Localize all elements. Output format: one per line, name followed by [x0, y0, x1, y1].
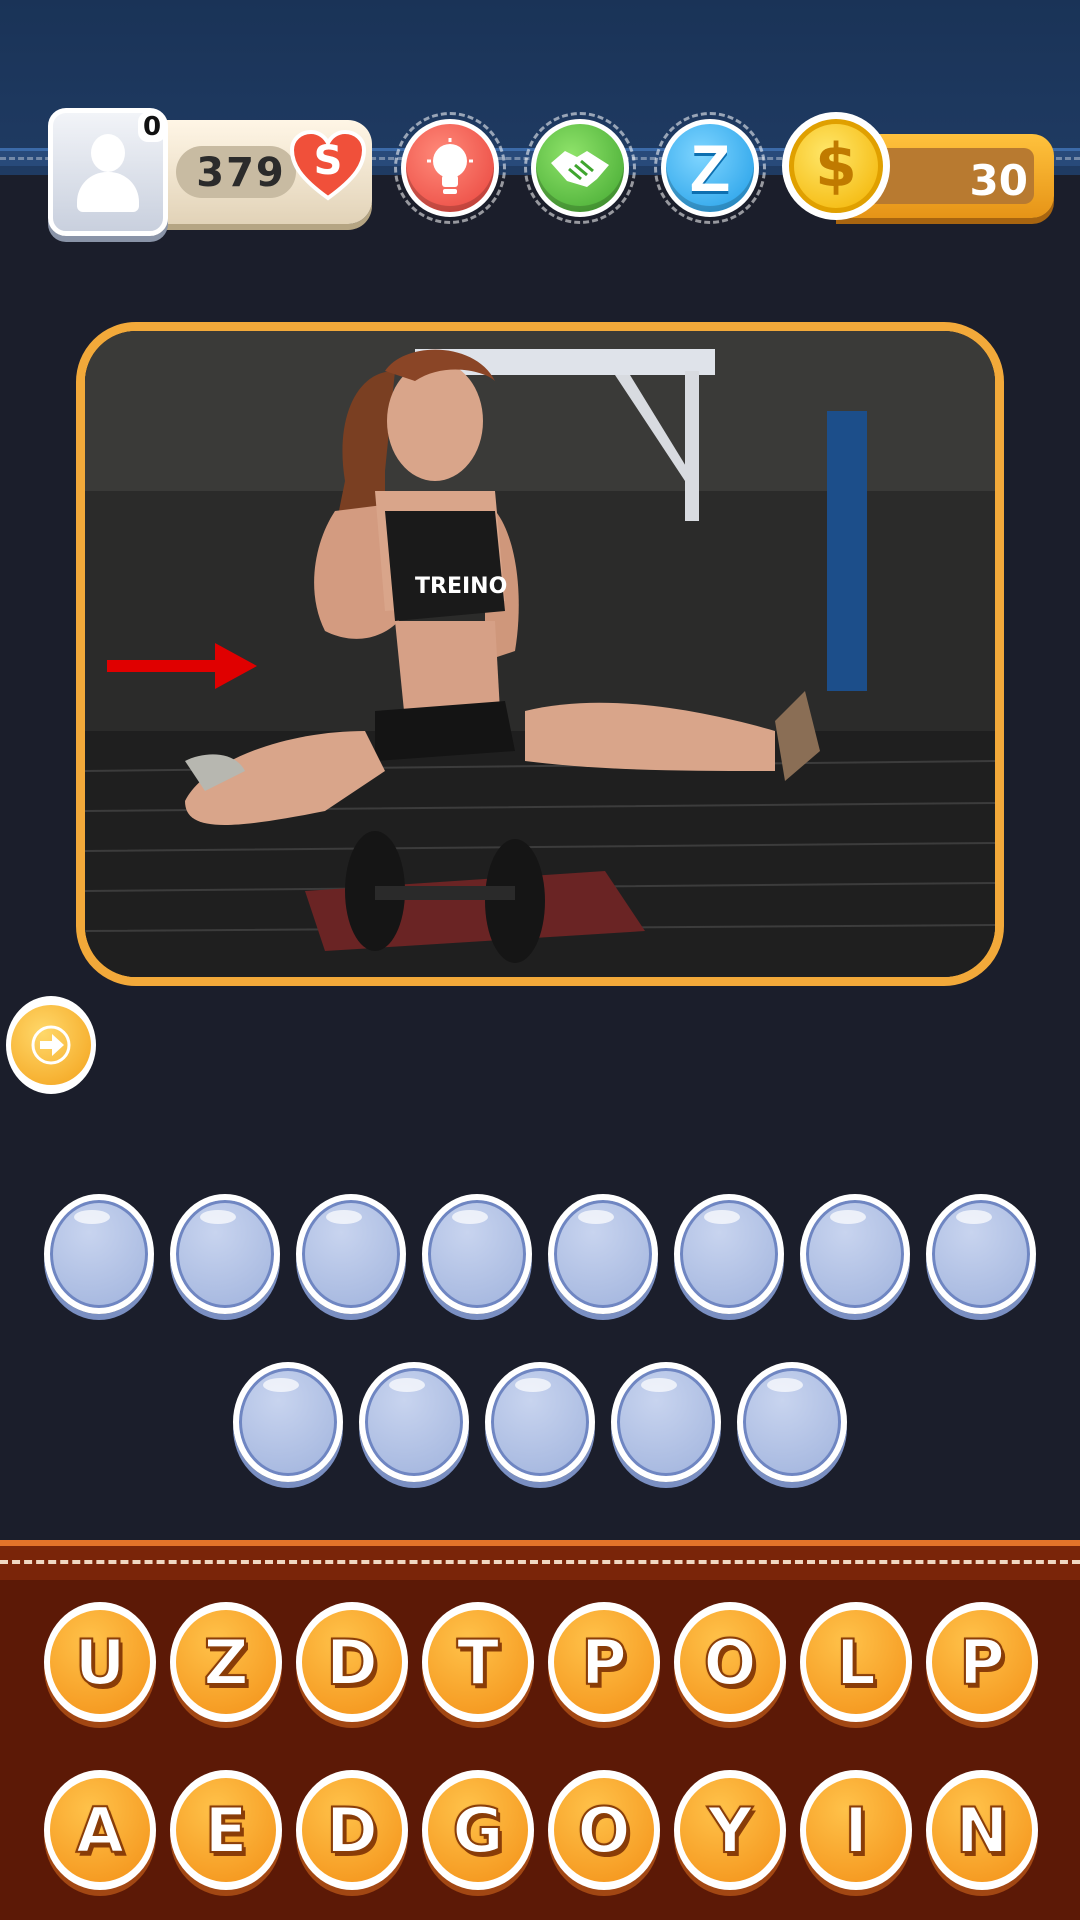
letter-key[interactable]: D [296, 1602, 408, 1722]
z-letter-icon: Z [689, 131, 731, 205]
key-letter: A [75, 1793, 125, 1868]
letter-key[interactable]: U [44, 1602, 156, 1722]
key-letter: P [958, 1625, 1005, 1700]
answer-slot[interactable] [422, 1194, 532, 1314]
handshake-icon [551, 151, 609, 187]
answer-slot[interactable] [296, 1194, 406, 1314]
arrow-right-icon [31, 1025, 71, 1065]
key-letter: L [835, 1625, 876, 1700]
key-letter: G [452, 1793, 505, 1868]
answer-slot[interactable] [611, 1362, 721, 1482]
key-letter: P [580, 1625, 627, 1700]
letter-key[interactable]: A [44, 1770, 156, 1890]
answer-slot[interactable] [926, 1194, 1036, 1314]
key-letter: D [325, 1793, 378, 1868]
key-letter: T [456, 1625, 500, 1700]
coin-button[interactable]: $ [782, 112, 890, 220]
profile-count-badge: 0 [138, 112, 167, 142]
key-letter: O [703, 1625, 758, 1700]
heart-icon[interactable]: S [289, 129, 367, 202]
lightbulb-icon [427, 138, 473, 194]
answer-slot[interactable] [359, 1362, 469, 1482]
key-letter: Y [707, 1793, 754, 1868]
key-letter: I [843, 1793, 868, 1868]
letter-key[interactable]: G [422, 1770, 534, 1890]
letter-keyboard-panel [0, 1548, 1080, 1920]
answer-slot[interactable] [44, 1194, 154, 1314]
answer-slot[interactable] [485, 1362, 595, 1482]
key-letter: O [577, 1793, 632, 1868]
coin-value: 30 [969, 156, 1028, 205]
letter-key[interactable]: L [800, 1602, 912, 1722]
letter-key[interactable]: N [926, 1770, 1038, 1890]
letter-key[interactable]: O [548, 1770, 660, 1890]
answer-slot[interactable] [674, 1194, 784, 1314]
answer-slot[interactable] [170, 1194, 280, 1314]
help-button[interactable] [524, 112, 636, 224]
hint-button[interactable] [394, 112, 506, 224]
key-letter: Z [203, 1625, 250, 1700]
answer-slot[interactable] [233, 1362, 343, 1482]
answer-slot[interactable] [548, 1194, 658, 1314]
letter-key[interactable]: T [422, 1602, 534, 1722]
key-letter: U [74, 1625, 126, 1700]
letter-key[interactable]: P [548, 1602, 660, 1722]
letter-key[interactable]: P [926, 1602, 1038, 1722]
avatar-icon [69, 130, 147, 214]
answer-slot[interactable] [800, 1194, 910, 1314]
letter-key[interactable]: D [296, 1770, 408, 1890]
letter-key[interactable]: O [674, 1602, 786, 1722]
letter-key[interactable]: E [170, 1770, 282, 1890]
key-letter: N [955, 1793, 1009, 1868]
answer-slot[interactable] [737, 1362, 847, 1482]
letter-key[interactable]: I [800, 1770, 912, 1890]
puzzle-photo: TREINO [85, 331, 995, 977]
dollar-coin-icon: $ [789, 119, 883, 213]
letter-key[interactable]: Y [674, 1770, 786, 1890]
svg-text:TREINO: TREINO [415, 574, 507, 599]
key-letter: E [204, 1793, 248, 1868]
letter-key[interactable]: Z [170, 1602, 282, 1722]
z-button[interactable]: Z [654, 112, 766, 224]
heart-label: S [313, 138, 343, 184]
puzzle-picture-frame: TREINO [76, 322, 1004, 986]
lives-value: 379 [196, 150, 286, 196]
next-button[interactable] [6, 996, 96, 1094]
keyboard-edge [0, 1540, 1080, 1580]
key-letter: D [325, 1625, 378, 1700]
